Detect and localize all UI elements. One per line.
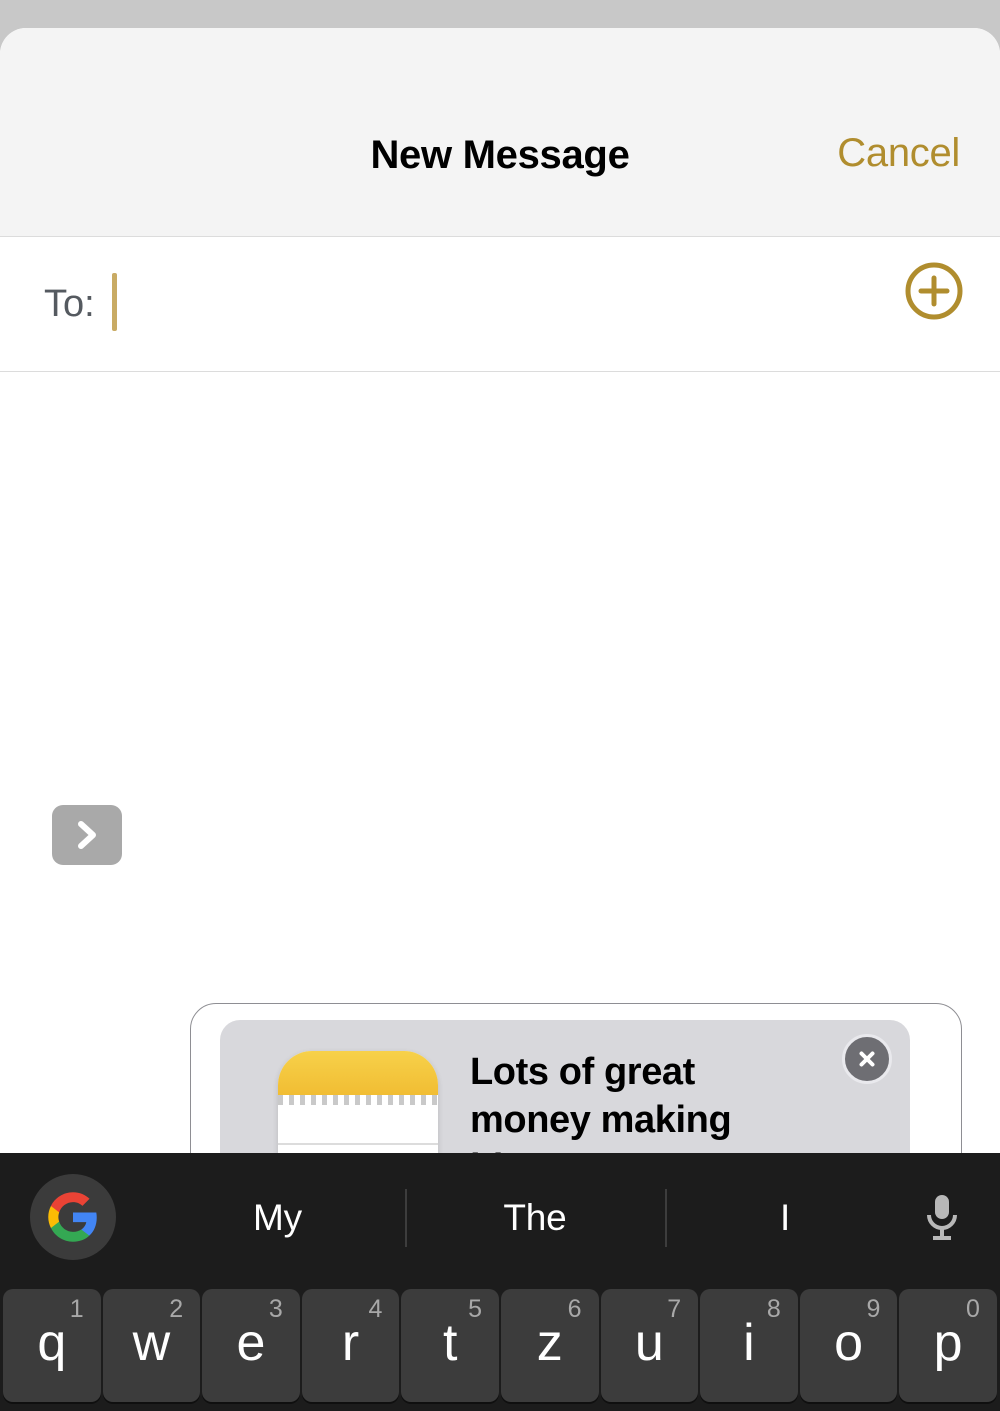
key-letter-label: i [743,1314,755,1372]
attachment-bubble[interactable]: Lots of great money making ideas Collabo… [190,1003,962,1153]
key-letter-label: u [634,1314,664,1372]
key-u[interactable]: 7u [600,1289,699,1402]
key-letter-label: w [132,1314,171,1372]
text-caret [112,273,117,331]
key-e[interactable]: 3e [202,1289,300,1402]
close-circle-icon [859,1051,875,1067]
keyboard: My The I 1q2w3e4r5t6z7u8i9o0p [0,1153,1000,1411]
key-w[interactable]: 2w [102,1289,201,1402]
notes-app-icon [278,1051,438,1153]
suggestion-0[interactable]: My [150,1153,405,1282]
key-letter-label: z [536,1314,563,1372]
microphone-icon [927,1195,957,1240]
key-letter-label: q [37,1314,67,1372]
key-t[interactable]: 5t [401,1289,499,1402]
keyboard-row-1: 1q2w3e4r5t6z7u8i9o0p [0,1282,1000,1411]
remove-attachment-button[interactable] [842,1034,892,1084]
google-g-icon [48,1192,97,1242]
cancel-button[interactable]: Cancel [837,131,960,176]
plus-circle-icon [905,262,963,320]
key-letter-label: r [341,1314,360,1372]
suggestion-2[interactable]: I [665,1153,905,1282]
key-letter-label: o [834,1314,863,1372]
key-r[interactable]: 4r [301,1289,400,1402]
chevron-right-icon [78,821,96,849]
recipient-row[interactable]: To: [0,237,1000,372]
note-title: Lots of great money making ideas [470,1051,732,1153]
key-letter-label: e [236,1314,266,1372]
key-letter-label: p [933,1314,963,1372]
key-z[interactable]: 6z [500,1289,599,1402]
expand-apps-button[interactable] [52,805,122,865]
key-letter-label: t [442,1314,458,1372]
key-i[interactable]: 8i [700,1289,798,1402]
microphone-button[interactable] [912,1185,972,1249]
key-o[interactable]: 9o [799,1289,898,1402]
add-contact-button[interactable] [903,260,965,322]
suggestion-1[interactable]: The [405,1153,665,1282]
screen: New Message Cancel To: Lots of great mon… [0,0,1000,1411]
key-p[interactable]: 0p [899,1289,997,1402]
message-body: Lots of great money making ideas Collabo… [0,372,1000,1153]
key-q[interactable]: 1q [3,1289,101,1402]
shared-note-card[interactable]: Lots of great money making ideas Collabo… [220,1020,910,1153]
to-label: To: [44,283,95,325]
new-message-sheet: New Message Cancel To: Lots of great mon… [0,28,1000,1153]
suggestion-strip: My The I [0,1153,1000,1282]
google-logo-button[interactable] [30,1174,116,1260]
navigation-bar: New Message Cancel [0,28,1000,237]
